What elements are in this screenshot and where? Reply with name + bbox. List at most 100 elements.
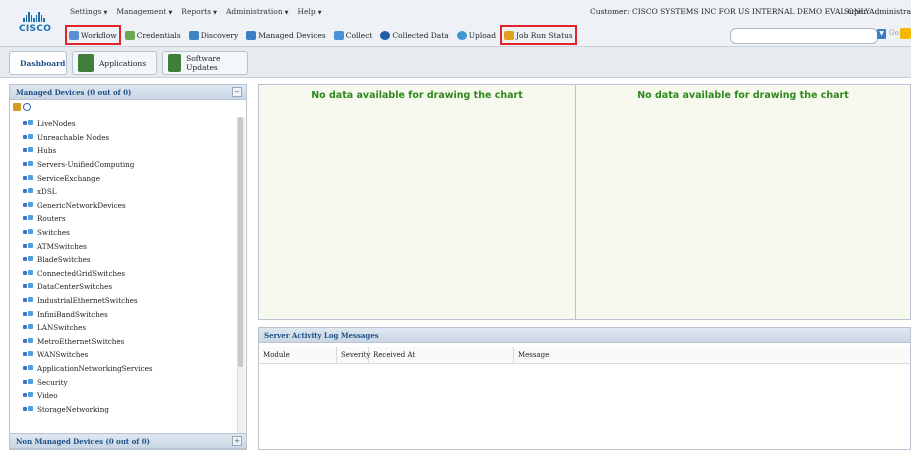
tab-label: Software Updates xyxy=(186,54,221,72)
column-header-message[interactable]: Message xyxy=(514,347,910,363)
device-group-icon xyxy=(23,351,33,358)
tree-scrollbar-thumb[interactable] xyxy=(238,117,243,367)
menu-reports[interactable]: Reports ▼ xyxy=(181,7,217,19)
menu-settings[interactable]: Settings ▼ xyxy=(70,7,107,19)
tree-node[interactable]: Hubs xyxy=(23,144,235,158)
device-group-icon xyxy=(23,364,33,372)
tree-tool-icon[interactable] xyxy=(13,103,21,111)
tree-node[interactable]: DataCenterSwitches xyxy=(23,280,235,294)
tree-node[interactable]: Switches xyxy=(23,226,235,240)
device-group-icon xyxy=(23,174,33,182)
menu-label: Settings xyxy=(70,7,102,16)
tree-node[interactable]: WANSwitches xyxy=(23,348,235,362)
tree-node[interactable]: StorageNetworking xyxy=(23,402,235,416)
tree-node[interactable]: ATMSwitches xyxy=(23,239,235,253)
user-menu[interactable]: Super Administrator xyxy=(844,7,911,16)
tab-applications[interactable]: Applications xyxy=(72,51,157,75)
managed-devices-button[interactable]: Managed Devices xyxy=(245,28,326,42)
tree-node[interactable]: xDSL xyxy=(23,185,235,199)
collapse-icon[interactable]: − xyxy=(232,87,242,97)
tree-node[interactable]: IndustrialEthernetSwitches xyxy=(23,294,235,308)
device-group-icon xyxy=(23,188,33,195)
toolbar-label: Credentials xyxy=(136,30,181,40)
tab-software-updates[interactable]: Software Updates xyxy=(162,51,248,75)
toolbar-label: Collect xyxy=(345,30,373,40)
workflow-button[interactable]: Workflow xyxy=(65,25,121,45)
tree-node[interactable]: BladeSwitches xyxy=(23,253,235,267)
column-header-module[interactable]: Module xyxy=(259,347,337,363)
tree-node[interactable]: ConnectedGridSwitches xyxy=(23,267,235,281)
job-run-status-button[interactable]: Job Run Status xyxy=(500,25,577,45)
collect-button[interactable]: Collect xyxy=(333,28,374,42)
toolbar-label: Managed Devices xyxy=(258,30,326,40)
tree-node-label: Hubs xyxy=(37,146,57,156)
tree-node-label: MetroEthernetSwitches xyxy=(37,336,125,346)
workflow-icon xyxy=(69,30,79,40)
device-group-icon xyxy=(23,133,33,141)
discovery-button[interactable]: Discovery xyxy=(188,28,239,42)
cisco-wordmark: CISCO xyxy=(19,24,52,34)
device-group-icon xyxy=(23,229,33,236)
device-group-icon xyxy=(23,337,33,345)
no-data-message: No data available for drawing the chart xyxy=(637,90,849,101)
tree-node-label: InfiniBandSwitches xyxy=(37,309,108,319)
tree-node-label: DataCenterSwitches xyxy=(37,282,113,292)
device-group-icon xyxy=(23,201,33,209)
tree-node[interactable]: LANSwitches xyxy=(23,321,235,335)
tree-node-label: xDSL xyxy=(37,187,57,197)
tree-node-label: ApplicationNetworkingServices xyxy=(37,363,153,373)
alert-bell-icon[interactable] xyxy=(900,28,911,39)
tree-node[interactable]: Routers xyxy=(23,212,235,226)
search-input[interactable] xyxy=(730,28,878,44)
non-managed-devices-header[interactable]: Non Managed Devices (0 out of 0) xyxy=(9,433,247,449)
tree-node[interactable]: GenericNetworkDevices xyxy=(23,199,235,213)
search-dropdown-icon[interactable]: ▼ xyxy=(877,29,886,39)
tree-node[interactable]: LiveNodes xyxy=(23,117,235,131)
expand-icon[interactable]: + xyxy=(232,436,242,446)
column-header-received-at[interactable]: Received At xyxy=(369,347,514,363)
toolbar: Workflow Credentials Discovery Managed D… xyxy=(65,25,577,45)
caret-down-icon: ▼ xyxy=(103,10,108,16)
applications-icon xyxy=(78,54,94,72)
go-button[interactable]: Go xyxy=(889,29,899,37)
chart-panel-left: No data available for drawing the chart xyxy=(258,84,576,320)
column-header-severity[interactable]: Severity xyxy=(337,347,370,363)
menu-help[interactable]: Help ▼ xyxy=(298,7,322,19)
tree-node[interactable]: InfiniBandSwitches xyxy=(23,307,235,321)
tree-node-label: ATMSwitches xyxy=(37,241,87,251)
device-group-icon xyxy=(23,242,33,250)
device-group-icon xyxy=(23,256,33,263)
device-group-icon xyxy=(23,283,33,290)
tab-label: Dashboard xyxy=(20,58,66,68)
tree-node[interactable]: ApplicationNetworkingServices xyxy=(23,362,235,376)
tree-node-label: StorageNetworking xyxy=(37,404,109,414)
chart-panel-right: No data available for drawing the chart xyxy=(575,84,911,320)
caret-down-icon: ▼ xyxy=(284,10,289,16)
menu-label: Management xyxy=(116,7,167,16)
credentials-icon xyxy=(124,30,135,40)
tree-node-label: Security xyxy=(37,377,68,387)
tree-node[interactable]: MetroEthernetSwitches xyxy=(23,335,235,349)
toolbar-label: Job Run Status xyxy=(516,30,573,40)
menu-administration[interactable]: Administration ▼ xyxy=(226,7,289,19)
credentials-button[interactable]: Credentials xyxy=(124,28,182,42)
tree-node[interactable]: Unreachable Nodes xyxy=(23,131,235,145)
tree-node-label: Servers-UnifiedComputing xyxy=(37,160,135,170)
tree-node[interactable]: ServiceExchange xyxy=(23,171,235,185)
tree-node[interactable]: Video xyxy=(23,389,235,403)
tree-node[interactable]: Servers-UnifiedComputing xyxy=(23,158,235,172)
device-group-icon xyxy=(23,297,33,304)
tree-node[interactable]: Security xyxy=(23,375,235,389)
tree-node-label: LiveNodes xyxy=(37,119,76,129)
refresh-icon[interactable] xyxy=(23,103,31,111)
no-data-message: No data available for drawing the chart xyxy=(311,90,523,101)
collected-data-button[interactable]: Collected Data xyxy=(379,28,449,42)
customer-label: Customer: CISCO SYSTEMS INC FOR US INTER… xyxy=(590,7,870,16)
tab-dashboard[interactable]: Dashboard xyxy=(9,51,67,75)
toolbar-label: Workflow xyxy=(81,30,117,40)
upload-button[interactable]: Upload xyxy=(456,28,497,42)
main-menubar: Settings ▼ Management ▼ Reports ▼ Administr… xyxy=(70,7,322,19)
menu-management[interactable]: Management ▼ xyxy=(116,7,172,19)
device-tree: LiveNodes Unreachable Nodes Hubs Servers… xyxy=(23,117,235,416)
tab-label: Applications xyxy=(99,58,147,68)
